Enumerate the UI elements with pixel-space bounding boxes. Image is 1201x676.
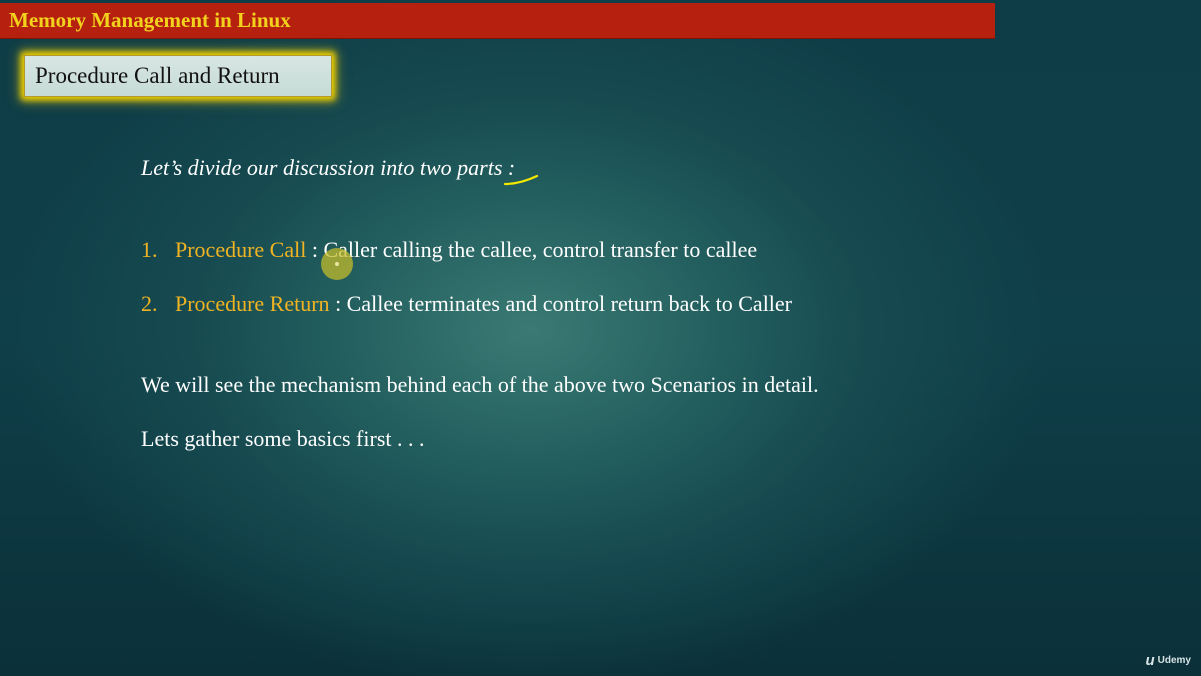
header-title: Memory Management in Linux: [9, 8, 291, 32]
list-term: Procedure Call: [175, 237, 307, 262]
list-description: : Callee terminates and control return b…: [329, 291, 793, 316]
section-title: Procedure Call and Return: [35, 63, 280, 88]
header-bar: Memory Management in Linux: [0, 3, 995, 38]
list-term: Procedure Return: [175, 291, 330, 316]
basics-line: Lets gather some basics first . . .: [141, 426, 425, 451]
mechanism-line: We will see the mechanism behind each of…: [141, 372, 819, 397]
udemy-brand: u Udemy: [1145, 653, 1191, 668]
udemy-logo-icon: u: [1145, 652, 1155, 669]
pen-annotation-mark: [503, 174, 539, 186]
section-title-box: Procedure Call and Return: [24, 55, 332, 97]
list-number: 2.: [141, 291, 158, 316]
list-item-procedure-return: 2. Procedure Return : Callee terminates a…: [141, 291, 792, 317]
list-number: 1.: [141, 237, 158, 262]
slide: Memory Management in Linux Procedure Cal…: [0, 0, 1201, 676]
udemy-brand-text: Udemy: [1157, 655, 1191, 666]
list-item-procedure-call: 1. Procedure Call : Caller calling the ca…: [141, 237, 757, 263]
list-description: : Caller calling the callee, control tra…: [306, 237, 758, 262]
presenter-cursor-icon: [321, 248, 353, 280]
intro-text: Let’s divide our discussion into two par…: [141, 155, 516, 180]
